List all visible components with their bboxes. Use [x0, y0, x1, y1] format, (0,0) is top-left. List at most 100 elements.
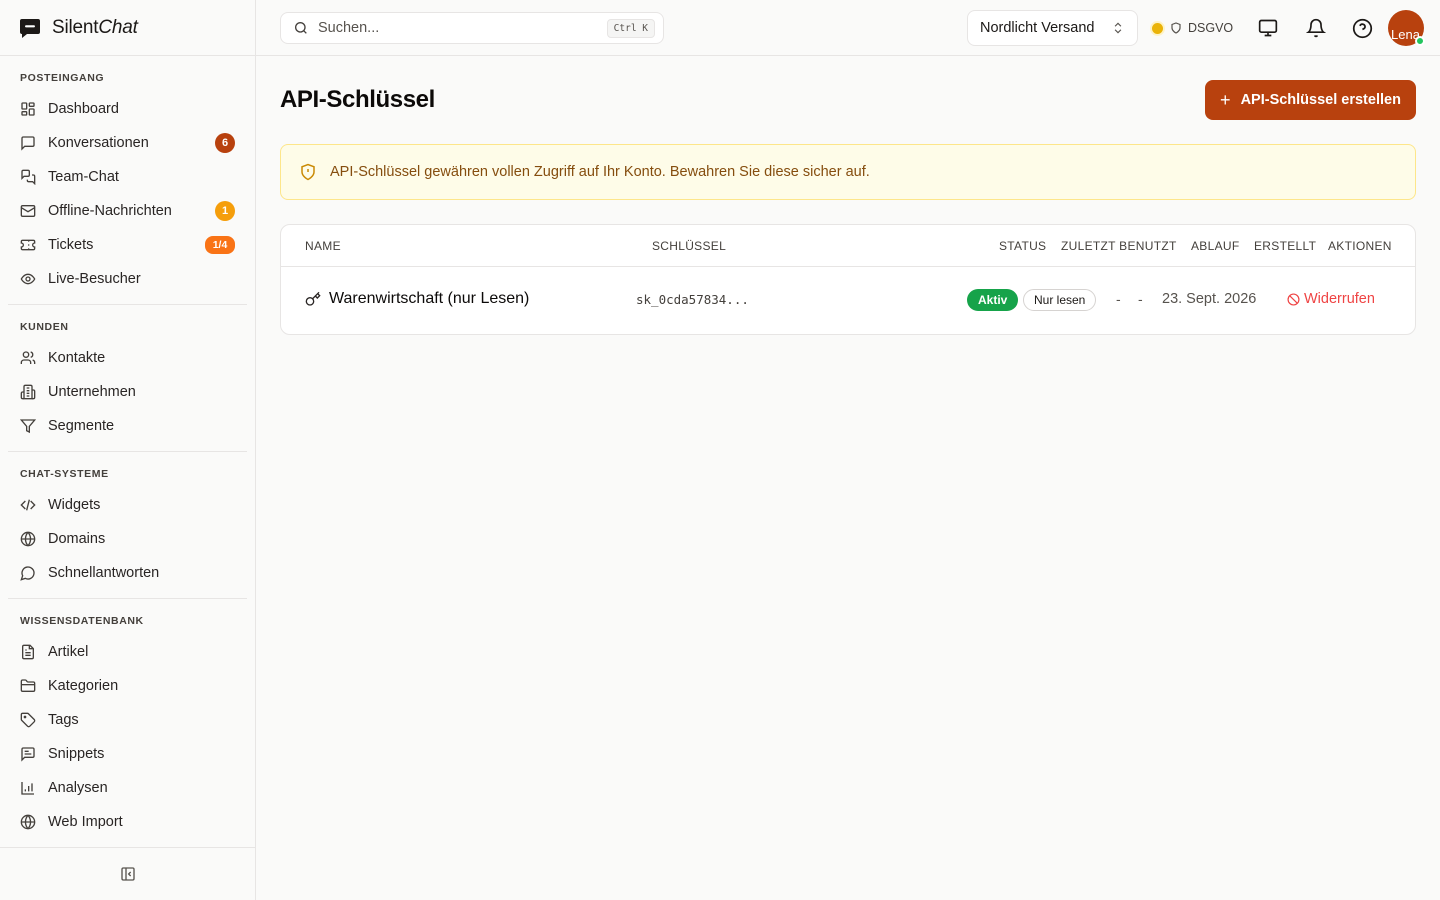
sidebar-item-team-chat[interactable]: Team-Chat [8, 160, 247, 194]
sidebar-item-offline-nachrichten[interactable]: Offline-Nachrichten 1 [8, 194, 247, 228]
messages-icon [20, 169, 36, 185]
user-avatar-wrap[interactable]: Lena [1388, 10, 1425, 46]
search-box[interactable]: Ctrl K [280, 12, 664, 44]
help-circle-icon[interactable] [1350, 16, 1374, 40]
table-header-divider [281, 266, 1415, 267]
key-icon [305, 291, 321, 307]
shield-alert-icon [299, 163, 317, 181]
compliance-label: DSGVO [1188, 21, 1234, 35]
nav-heading: CHAT-SYSTEME [20, 468, 109, 480]
message-lines-icon [20, 746, 36, 762]
api-keys-table: NAME SCHLÜSSEL STATUS ZULETZT BENUTZT AB… [280, 224, 1416, 335]
brand[interactable]: SilentChat [0, 0, 255, 56]
unread-count-badge: 1 [215, 201, 235, 221]
status-badge: Aktiv [967, 289, 1019, 311]
sidebar-item-label: Kontakte [48, 350, 106, 366]
file-text-icon [20, 644, 36, 660]
sidebar-item-domains[interactable]: Domains [8, 522, 247, 556]
sidebar-item-widgets[interactable]: Widgets [8, 488, 247, 522]
message-square-icon [20, 135, 36, 151]
nav-heading: POSTEINGANG [20, 72, 105, 84]
sidebar-item-snippets[interactable]: Snippets [8, 737, 247, 771]
revoke-label: Widerrufen [1304, 291, 1375, 307]
column-header-key[interactable]: SCHLÜSSEL [652, 239, 726, 253]
security-alert: API-Schlüssel gewähren vollen Zugriff au… [280, 144, 1416, 200]
shield-icon [1170, 22, 1182, 34]
bell-icon[interactable] [1304, 16, 1328, 40]
message-circle-icon [20, 565, 36, 581]
sidebar-item-label: Segmente [48, 418, 115, 434]
sidebar-item-artikel[interactable]: Artikel [8, 635, 247, 669]
sidebar-item-schnellantworten[interactable]: Schnellantworten [8, 556, 247, 590]
sidebar-item-label: Snippets [48, 746, 105, 762]
sidebar-item-label: Analysen [48, 780, 108, 796]
column-header-name[interactable]: NAME [305, 239, 341, 253]
topbar: Ctrl K Nordlicht Versand DSGVO Lena [256, 0, 1440, 56]
sidebar-item-kategorien[interactable]: Kategorien [8, 669, 247, 703]
dashboard-icon [20, 101, 36, 117]
sidebar-item-label: Widgets [48, 497, 101, 513]
created-value: 23. Sept. 2026 [1162, 291, 1257, 307]
column-header-status[interactable]: STATUS [999, 239, 1046, 253]
nav-section-chat-systeme: CHAT-SYSTEME Widgets Domains Schnellantw… [8, 452, 247, 599]
sidebar-item-label: Konversationen [48, 135, 149, 151]
api-key-name: Warenwirtschaft (nur Lesen) [329, 290, 530, 307]
sidebar-footer [0, 847, 255, 900]
sidebar-item-label: Live-Besucher [48, 271, 141, 287]
nav-section-wissensdatenbank: WISSENSDATENBANK Artikel Kategorien Tags… [8, 599, 247, 847]
chat-bubble-icon [18, 16, 42, 40]
nav-section-posteingang: POSTEINGANG Dashboard Konversationen 6 T… [8, 56, 247, 305]
nav-section-kunden: KUNDEN Kontakte Unternehmen Segmente [8, 305, 247, 452]
sidebar-item-dashboard[interactable]: Dashboard [8, 92, 247, 126]
sidebar-item-tickets[interactable]: Tickets 1/4 [8, 228, 247, 262]
search-input[interactable] [318, 20, 607, 36]
plus-icon: + [1220, 90, 1231, 110]
brand-name: SilentChat [52, 16, 138, 38]
ticket-icon [20, 237, 36, 253]
ban-icon [1287, 292, 1300, 306]
sidebar-item-label: Schnellantworten [48, 565, 160, 581]
column-header-actions: AKTIONEN [1328, 239, 1392, 253]
create-api-key-button[interactable]: + API-Schlüssel erstellen [1205, 80, 1416, 120]
tag-icon [20, 712, 36, 728]
column-header-expiry[interactable]: ABLAUF [1191, 239, 1239, 253]
main-content: API-Schlüssel + API-Schlüssel erstellen … [256, 56, 1440, 900]
building-icon [20, 384, 36, 400]
sidebar-item-label: Domains [48, 531, 106, 547]
sidebar-item-label: Artikel [48, 644, 89, 660]
scope-badge: Nur lesen [1023, 289, 1097, 311]
sidebar-item-segmente[interactable]: Segmente [8, 409, 247, 443]
filter-icon [20, 418, 36, 434]
search-icon [293, 20, 309, 36]
search-shortcut-hint: Ctrl K [606, 18, 655, 38]
column-header-last-used[interactable]: ZULETZT BENUTZT [1061, 239, 1177, 253]
column-header-created[interactable]: ERSTELLT [1254, 239, 1316, 253]
code-icon [20, 497, 36, 513]
status-dot [1152, 22, 1163, 34]
sidebar-item-live-besucher[interactable]: Live-Besucher [8, 262, 247, 296]
sidebar-item-analysen[interactable]: Analysen [8, 771, 247, 805]
sidebar-item-unternehmen[interactable]: Unternehmen [8, 375, 247, 409]
sidebar-item-label: Tickets [48, 237, 94, 253]
create-api-key-label: API-Schlüssel erstellen [1240, 92, 1401, 108]
sidebar-item-label: Offline-Nachrichten [48, 203, 172, 219]
sidebar-item-konversationen[interactable]: Konversationen 6 [8, 126, 247, 160]
organization-select[interactable]: Nordlicht Versand [967, 10, 1138, 46]
compliance-status[interactable]: DSGVO [1152, 18, 1233, 38]
sidebar-item-label: Dashboard [48, 101, 119, 117]
nav-heading: KUNDEN [20, 321, 69, 333]
unread-count-badge: 6 [215, 133, 235, 153]
sidebar-item-label: Kategorien [48, 678, 119, 694]
sidebar: SilentChat POSTEINGANG Dashboard Konvers… [0, 0, 256, 900]
sidebar-item-tags[interactable]: Tags [8, 703, 247, 737]
panel-left-close-icon[interactable] [120, 866, 136, 882]
sidebar-item-web-import[interactable]: Web Import [8, 805, 247, 839]
ticket-count-badge: 1/4 [205, 236, 235, 254]
sidebar-item-kontakte[interactable]: Kontakte [8, 341, 247, 375]
folder-icon [20, 678, 36, 694]
revoke-button[interactable]: Widerrufen [1287, 291, 1375, 307]
api-key-value: sk_0cda57834... [636, 292, 749, 307]
alert-text: API-Schlüssel gewähren vollen Zugriff au… [330, 164, 870, 180]
monitor-icon[interactable] [1256, 16, 1280, 40]
sidebar-item-label: Web Import [48, 814, 123, 830]
